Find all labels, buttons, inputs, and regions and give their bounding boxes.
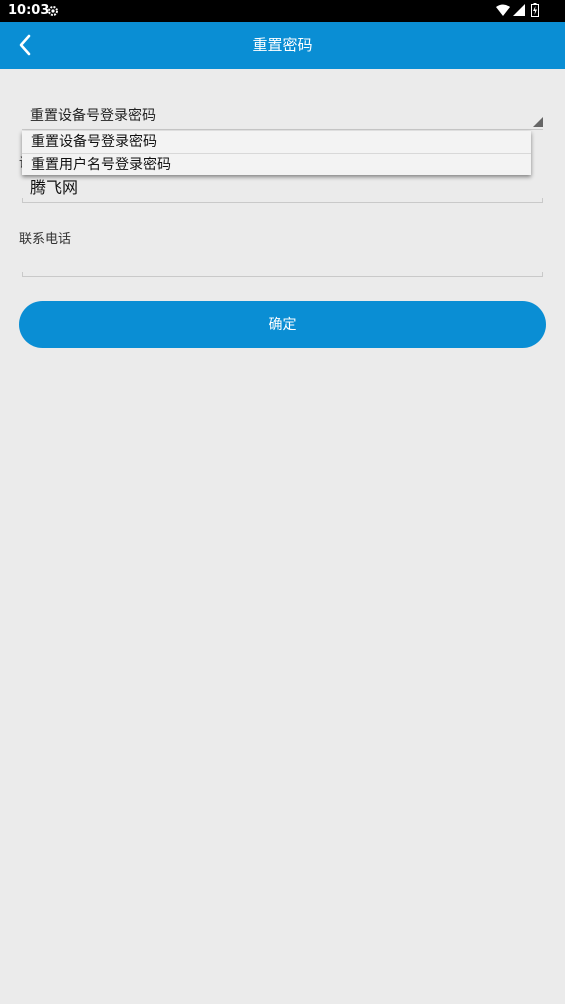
input-cap-right — [542, 272, 543, 276]
chevron-left-icon — [19, 34, 31, 56]
signal-icon — [513, 4, 525, 16]
input-cap-left — [22, 198, 23, 202]
input-cap-right — [542, 198, 543, 202]
reset-type-spinner[interactable]: 重置设备号登录密码 — [22, 98, 543, 130]
dropdown-option-device[interactable]: 重置设备号登录密码 — [22, 131, 531, 153]
app-bar: 重置密码 — [0, 22, 565, 69]
dropdown-option-username[interactable]: 重置用户名号登录密码 — [22, 153, 531, 175]
dropdown-triangle-icon — [533, 117, 543, 127]
phone-input[interactable] — [22, 247, 543, 277]
settings-gear-icon — [48, 6, 58, 16]
phone-label: 联系电话 — [19, 232, 72, 247]
spinner-selected-text: 重置设备号登录密码 — [30, 108, 156, 124]
confirm-button[interactable]: 确定 — [19, 301, 546, 348]
back-button[interactable] — [10, 30, 40, 60]
input-cap-left — [22, 272, 23, 276]
status-bar: 10:03 — [0, 0, 565, 22]
field1-input[interactable]: 腾飞网 — [22, 173, 543, 203]
battery-icon — [531, 3, 539, 17]
field1-value: 腾飞网 — [30, 178, 79, 197]
wifi-icon — [496, 4, 510, 16]
reset-type-dropdown-menu: 重置设备号登录密码 重置用户名号登录密码 — [22, 131, 531, 175]
status-time: 10:03 — [8, 3, 50, 18]
page-title: 重置密码 — [252, 36, 313, 54]
